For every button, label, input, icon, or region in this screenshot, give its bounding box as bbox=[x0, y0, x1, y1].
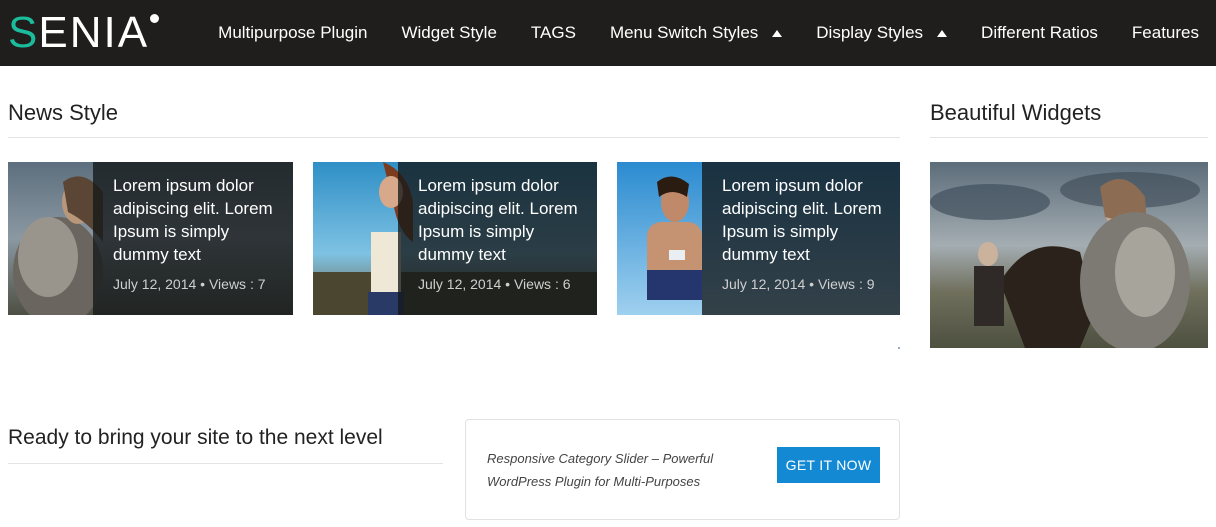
logo-dot-icon bbox=[150, 14, 160, 23]
cta-box: Responsive Category Slider – Powerful Wo… bbox=[465, 419, 900, 520]
slider-indicator-dot[interactable] bbox=[898, 347, 900, 349]
cta-description: Responsive Category Slider – Powerful Wo… bbox=[487, 451, 714, 489]
logo-first-letter: S bbox=[8, 8, 39, 57]
news-card-meta: July 12, 2014 • Views : 9 bbox=[722, 276, 875, 292]
news-card-title[interactable]: Lorem ipsum dolor adipiscing elit. Lorem… bbox=[418, 174, 588, 266]
widgets-section-divider bbox=[930, 137, 1208, 138]
news-card-meta: July 12, 2014 • Views : 7 bbox=[113, 276, 266, 292]
menu-item-widget-style[interactable]: Widget Style bbox=[384, 0, 513, 66]
menu-item-tags[interactable]: TAGS bbox=[514, 0, 593, 66]
caret-up-icon bbox=[772, 29, 783, 37]
news-card[interactable]: Lorem ipsum dolor adipiscing elit. Lorem… bbox=[313, 162, 597, 315]
menu-item-multipurpose-plugin[interactable]: Multipurpose Plugin bbox=[201, 0, 384, 66]
widget-image[interactable] bbox=[930, 162, 1208, 348]
widget-photo bbox=[930, 162, 1208, 348]
top-navigation-bar: S ENIA Multipurpose Plugin Widget Style … bbox=[0, 0, 1216, 66]
main-menu: Multipurpose Plugin Widget Style TAGS Me… bbox=[201, 0, 1216, 66]
logo-text: ENIA bbox=[38, 8, 150, 57]
menu-item-different-ratios[interactable]: Different Ratios bbox=[964, 0, 1115, 66]
menu-item-features[interactable]: Features bbox=[1115, 0, 1216, 66]
menu-item-menu-switch-styles[interactable]: Menu Switch Styles bbox=[593, 0, 799, 66]
news-card[interactable]: Lorem ipsum dolor adipiscing elit. Lorem… bbox=[617, 162, 900, 315]
news-card-title[interactable]: Lorem ipsum dolor adipiscing elit. Lorem… bbox=[722, 174, 892, 266]
menu-item-display-styles[interactable]: Display Styles bbox=[799, 0, 964, 66]
news-card[interactable]: Lorem ipsum dolor adipiscing elit. Lorem… bbox=[8, 162, 293, 315]
widgets-section-title: Beautiful Widgets bbox=[930, 100, 1102, 125]
get-it-now-button[interactable]: GET IT NOW bbox=[777, 447, 880, 483]
senia-logo[interactable]: S ENIA bbox=[8, 8, 160, 57]
news-card-title[interactable]: Lorem ipsum dolor adipiscing elit. Lorem… bbox=[113, 174, 283, 266]
cta-divider bbox=[8, 463, 443, 464]
news-section-title: News Style bbox=[8, 100, 119, 125]
news-card-meta: July 12, 2014 • Views : 6 bbox=[418, 276, 571, 292]
caret-up-icon bbox=[937, 29, 948, 37]
cta-heading: Ready to bring your site to the next lev… bbox=[8, 426, 383, 449]
news-section-divider bbox=[8, 137, 900, 138]
